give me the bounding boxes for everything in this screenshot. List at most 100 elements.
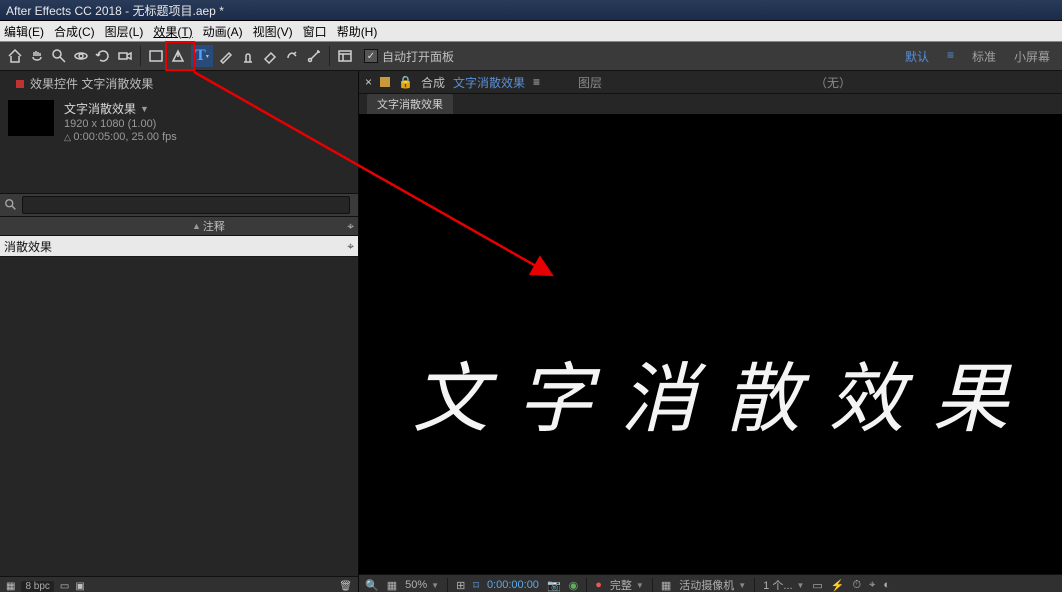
camera-tool-icon[interactable]: [116, 47, 134, 65]
menu-bar: 编辑(E) 合成(C) 图层(L) 效果(T) 动画(A) 视图(V) 窗口 帮…: [0, 21, 1062, 42]
layer-none: （无）: [815, 74, 851, 91]
composition-dropdown-icon[interactable]: ▼: [140, 104, 149, 114]
timecode[interactable]: 0:00:00:00: [487, 579, 539, 591]
sort-indicator-icon[interactable]: ▲: [192, 221, 201, 231]
timeline-icon[interactable]: ⏱: [853, 579, 862, 592]
spacer: [0, 147, 358, 193]
clone-tool-icon[interactable]: [239, 47, 257, 65]
composition-viewer[interactable]: 文字消散效果: [359, 114, 1062, 574]
project-item-name: 消散效果: [4, 238, 52, 255]
resolution-label[interactable]: 完整: [610, 577, 632, 592]
auto-open-label: 自动打开面板: [382, 48, 454, 65]
menu-help[interactable]: 帮助(H): [337, 23, 378, 40]
home-tool-icon[interactable]: [6, 47, 24, 65]
flowchart-view-icon[interactable]: ⌖: [869, 579, 875, 592]
workspace-switcher: 默认 ≡ 标准 小屏幕: [905, 48, 1058, 65]
rotate-tool-icon[interactable]: [94, 47, 112, 65]
composition-panel: × 🔒 合成 文字消散效果 ≡ 图层 （无） 文字消散效果 文字消散效果 🔍 ▦…: [359, 71, 1062, 592]
safezone-icon[interactable]: ⌑: [473, 579, 479, 592]
new-comp-icon[interactable]: ▣: [75, 581, 84, 592]
composition-panel-header: × 🔒 合成 文字消散效果 ≡ 图层 （无）: [359, 71, 1062, 94]
workspace-default[interactable]: 默认: [905, 48, 929, 65]
menu-effect[interactable]: 效果(T): [153, 23, 192, 40]
active-camera-label[interactable]: 活动摄像机: [679, 577, 734, 592]
show-snapshot-icon[interactable]: ◉: [569, 579, 579, 592]
pen-tool-icon[interactable]: [169, 47, 187, 65]
views-dropdown-icon[interactable]: ▼: [797, 581, 805, 590]
flowchart-icon[interactable]: ⌖: [347, 219, 354, 234]
menu-edit[interactable]: 编辑(E): [4, 23, 44, 40]
menu-view[interactable]: 视图(V): [253, 23, 293, 40]
view-count-label[interactable]: 1 个...: [763, 577, 792, 592]
zoom-dropdown-icon[interactable]: ▼: [431, 581, 439, 590]
fast-preview-icon[interactable]: ⚡: [831, 579, 845, 592]
puppet-tool-icon[interactable]: [305, 47, 323, 65]
type-tool-icon[interactable]: T▾: [191, 45, 213, 67]
composition-tab-row: 文字消散效果: [359, 94, 1062, 114]
composition-time: 0:00:05:00, 25.00 fps: [73, 131, 176, 143]
project-column-header: ▲ 注释 ⌖: [0, 217, 358, 236]
resolution-dropdown-icon[interactable]: ▼: [636, 581, 644, 590]
title-text: After Effects CC 2018 - 无标题项目.aep *: [6, 2, 224, 19]
bpc-button[interactable]: 8 bpc: [21, 581, 53, 592]
composition-thumbnail[interactable]: [8, 100, 54, 136]
layer-label: 图层: [578, 74, 602, 91]
composition-duration-icon: △: [64, 132, 73, 142]
menu-comp[interactable]: 合成(C): [54, 23, 95, 40]
main-area: 效果控件 文字消散效果 文字消散效果 ▼ 1920 x 1080 (1.00) …: [0, 71, 1062, 592]
menu-window[interactable]: 窗口: [303, 23, 327, 40]
panel-menu-icon[interactable]: ≡: [533, 75, 540, 89]
workspace-small[interactable]: 小屏幕: [1014, 48, 1050, 65]
view-layout-icon[interactable]: ▦: [661, 579, 671, 592]
roto-tool-icon[interactable]: [283, 47, 301, 65]
trash-icon[interactable]: 🗑: [339, 581, 352, 592]
hand-tool-icon[interactable]: [28, 47, 46, 65]
eraser-tool-icon[interactable]: [261, 47, 279, 65]
composition-tab[interactable]: 文字消散效果: [367, 94, 453, 114]
menu-layer[interactable]: 图层(L): [105, 23, 144, 40]
flowchart-node-icon[interactable]: ⌖: [347, 239, 354, 254]
interpret-footage-icon[interactable]: ▦: [6, 581, 15, 592]
camera-dropdown-icon[interactable]: ▼: [738, 581, 746, 590]
panel-label: 合成: [421, 74, 445, 91]
project-empty-area: [0, 257, 358, 576]
zoom-tool-icon[interactable]: [50, 47, 68, 65]
alpha-icon[interactable]: ▦: [387, 579, 397, 592]
close-panel-icon[interactable]: ×: [365, 75, 372, 89]
composition-dims: 1920 x 1080 (1.00): [64, 118, 177, 130]
toolbar-separator-2: [329, 46, 330, 66]
menu-anim[interactable]: 动画(A): [203, 23, 243, 40]
composition-name: 文字消散效果: [64, 100, 136, 117]
workspace-standard[interactable]: 标准: [972, 48, 996, 65]
project-search-input[interactable]: [22, 196, 350, 214]
column-comment[interactable]: 注释: [203, 218, 225, 234]
brush-tool-icon[interactable]: [217, 47, 235, 65]
exposure-icon[interactable]: ◐: [883, 579, 890, 591]
zoom-level[interactable]: 50%: [405, 579, 427, 591]
channel-icon[interactable]: ●: [595, 579, 602, 591]
new-folder-icon[interactable]: ▭: [60, 581, 69, 592]
auto-open-checkbox[interactable]: ✓: [364, 49, 378, 63]
resolution-icon[interactable]: ⊞: [456, 579, 465, 592]
project-footer: ▦ 8 bpc ▭ ▣ 🗑: [0, 576, 358, 592]
effect-controls-title: 效果控件 文字消散效果: [30, 75, 153, 92]
rect-tool-icon[interactable]: [147, 47, 165, 65]
panel-swatch-icon: [380, 77, 390, 87]
pixel-aspect-icon[interactable]: ▭: [812, 579, 822, 592]
toolbar: T▾ ✓ 自动打开面板 默认 ≡ 标准 小屏幕: [0, 42, 1062, 71]
panel-icon[interactable]: [336, 47, 354, 65]
orbit-tool-icon[interactable]: [72, 47, 90, 65]
snapshot-icon[interactable]: 📷: [547, 579, 561, 592]
project-panel: 文字消散效果 ▼ 1920 x 1080 (1.00) △ 0:00:05:00…: [0, 96, 358, 147]
toolbar-separator: [140, 46, 141, 66]
project-search-row: [0, 193, 358, 217]
panel-comp-name[interactable]: 文字消散效果: [453, 74, 525, 91]
workspace-sep-icon: ≡: [947, 48, 954, 65]
canvas-text: 文字消散效果: [413, 337, 1037, 447]
magnify-icon[interactable]: 🔍: [365, 579, 379, 592]
project-item-row[interactable]: 消散效果 ⌖: [0, 236, 358, 257]
lock-icon[interactable]: 🔒: [398, 75, 413, 89]
left-panels: 效果控件 文字消散效果 文字消散效果 ▼ 1920 x 1080 (1.00) …: [0, 71, 359, 592]
panel-color-swatch: [16, 80, 24, 88]
search-icon[interactable]: [4, 198, 18, 212]
